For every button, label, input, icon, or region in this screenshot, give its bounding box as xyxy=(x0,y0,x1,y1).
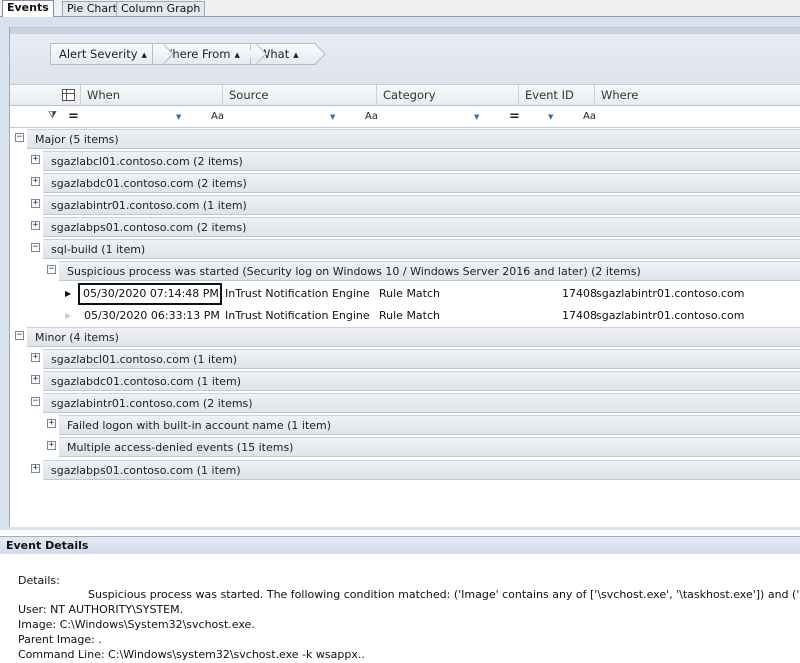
group-row-host[interactable]: sgazlabintr01.contoso.com (2 items) xyxy=(43,393,800,413)
cell-where: sgazlabintr01.contoso.com xyxy=(596,287,745,300)
sort-ascending-icon: ▲ xyxy=(293,51,299,59)
group-row-event-type[interactable]: Multiple access-denied events (15 items) xyxy=(59,437,800,457)
group-by-alert-severity-label: Alert Severity xyxy=(59,47,138,61)
cell-event-id: 17408 xyxy=(562,309,597,322)
group-by-panel: Alert Severity ▲ Where From ▲ What ▲ xyxy=(10,27,800,84)
group-row-event-type[interactable]: Failed logon with built-in account name … xyxy=(59,415,800,435)
details-parent-image: Parent Image: . xyxy=(18,633,102,646)
cell-where: sgazlabintr01.contoso.com xyxy=(596,309,745,322)
tab-strip: Events Pie Chart Column Graph xyxy=(0,0,800,17)
group-row-minor[interactable]: Minor (4 items) xyxy=(27,327,800,347)
group-row-host[interactable]: sql-build (1 item) xyxy=(43,239,800,259)
table-row[interactable]: ▶ 05/30/2020 06:33:13 PM InTrust Notific… xyxy=(10,305,800,327)
collapse-icon[interactable]: − xyxy=(15,133,24,142)
group-row-major[interactable]: Major (5 items) xyxy=(27,129,800,149)
collapse-icon[interactable]: − xyxy=(31,397,40,406)
column-header-event-id[interactable]: Event ID xyxy=(518,85,594,106)
details-label: Details: xyxy=(18,574,60,587)
expand-icon[interactable]: + xyxy=(31,464,40,473)
event-details-header: Event Details xyxy=(0,536,800,554)
chevron-right-icon xyxy=(305,44,326,64)
event-details-body[interactable]: Details: Suspicious process was started.… xyxy=(0,554,800,663)
cell-event-id: 17408 xyxy=(562,287,597,300)
chevron-down-icon[interactable]: ▼ xyxy=(330,108,335,126)
chevron-down-icon[interactable]: ▼ xyxy=(548,108,553,126)
table-row[interactable]: ▶ 05/30/2020 07:14:48 PM InTrust Notific… xyxy=(10,283,800,305)
filter-eventid-operator[interactable]: = xyxy=(509,108,520,126)
column-header-when[interactable]: When xyxy=(80,85,222,106)
expand-icon[interactable]: + xyxy=(47,441,56,450)
group-row-host[interactable]: sgazlabintr01.contoso.com (1 item) xyxy=(43,195,800,215)
expand-icon[interactable]: + xyxy=(31,155,40,164)
group-row-host[interactable]: sgazlabcl01.contoso.com (2 items) xyxy=(43,151,800,171)
expand-icon[interactable]: + xyxy=(31,177,40,186)
collapse-icon[interactable]: − xyxy=(31,243,40,252)
row-indicator-icon: ▶ xyxy=(65,311,72,320)
group-row-event-type[interactable]: Suspicious process was started (Security… xyxy=(59,261,800,281)
expand-icon[interactable]: + xyxy=(31,353,40,362)
group-row-host[interactable]: sgazlabps01.contoso.com (2 items) xyxy=(43,217,800,237)
expand-icon[interactable]: + xyxy=(31,199,40,208)
filter-when-operator[interactable]: = xyxy=(68,108,79,126)
expand-icon[interactable]: + xyxy=(31,375,40,384)
group-row-host[interactable]: sgazlabps01.contoso.com (1 item) xyxy=(43,460,800,480)
cell-source: InTrust Notification Engine xyxy=(225,287,370,300)
cell-when: 05/30/2020 06:33:13 PM xyxy=(84,309,220,322)
grid-rows: − Major (5 items) + sgazlabcl01.contoso.… xyxy=(10,128,800,527)
filter-source-operator[interactable]: Aa xyxy=(211,108,224,126)
column-headers: When Source Category Event ID Where xyxy=(10,84,800,106)
filter-where-operator[interactable]: Aa xyxy=(583,108,596,126)
sort-ascending-icon: ▲ xyxy=(141,51,147,59)
group-by-alert-severity[interactable]: Alert Severity ▲ xyxy=(50,43,174,65)
column-header-category[interactable]: Category xyxy=(376,85,518,106)
filter-category-operator[interactable]: Aa xyxy=(365,108,378,126)
cell-when[interactable]: 05/30/2020 07:14:48 PM xyxy=(78,283,222,305)
cell-category: Rule Match xyxy=(379,287,441,300)
filter-row: ⧩ = ▼ Aa ▼ Aa ▼ = ▼ Aa xyxy=(10,106,800,128)
group-row-host[interactable]: sgazlabdc01.contoso.com (1 item) xyxy=(43,371,800,391)
details-command-line: Command Line: C:\Windows\system32\svchos… xyxy=(18,648,365,661)
details-description: Suspicious process was started. The foll… xyxy=(88,588,800,601)
group-row-host[interactable]: sgazlabcl01.contoso.com (1 item) xyxy=(43,349,800,369)
group-row-host[interactable]: sgazlabdc01.contoso.com (2 items) xyxy=(43,173,800,193)
chevron-down-icon[interactable]: ▼ xyxy=(176,108,181,126)
chevron-down-icon[interactable]: ▼ xyxy=(474,108,479,126)
collapse-icon[interactable]: − xyxy=(47,265,56,274)
filter-icon: ⧩ xyxy=(48,110,57,121)
cell-category: Rule Match xyxy=(379,309,441,322)
tab-pie-chart[interactable]: Pie Chart xyxy=(62,1,122,16)
events-grid: Alert Severity ▲ Where From ▲ What ▲ When S… xyxy=(9,27,800,527)
tab-column-graph[interactable]: Column Graph xyxy=(116,1,206,16)
expand-icon[interactable]: + xyxy=(31,221,40,230)
column-chooser-icon[interactable] xyxy=(62,89,75,101)
column-header-where[interactable]: Where xyxy=(594,85,800,106)
column-header-source[interactable]: Source xyxy=(222,85,376,106)
group-panel-strip xyxy=(10,28,800,34)
current-row-icon: ▶ xyxy=(65,289,72,298)
expand-icon[interactable]: + xyxy=(47,419,56,428)
details-user: User: NT AUTHORITY\SYSTEM. xyxy=(18,603,184,616)
tab-events[interactable]: Events xyxy=(2,0,54,17)
events-grid-frame: Alert Severity ▲ Where From ▲ What ▲ When S… xyxy=(0,16,800,530)
collapse-icon[interactable]: − xyxy=(15,331,24,340)
cell-source: InTrust Notification Engine xyxy=(225,309,370,322)
sort-ascending-icon: ▲ xyxy=(234,51,240,59)
details-image: Image: C:\Windows\System32\svchost.exe. xyxy=(18,618,255,631)
